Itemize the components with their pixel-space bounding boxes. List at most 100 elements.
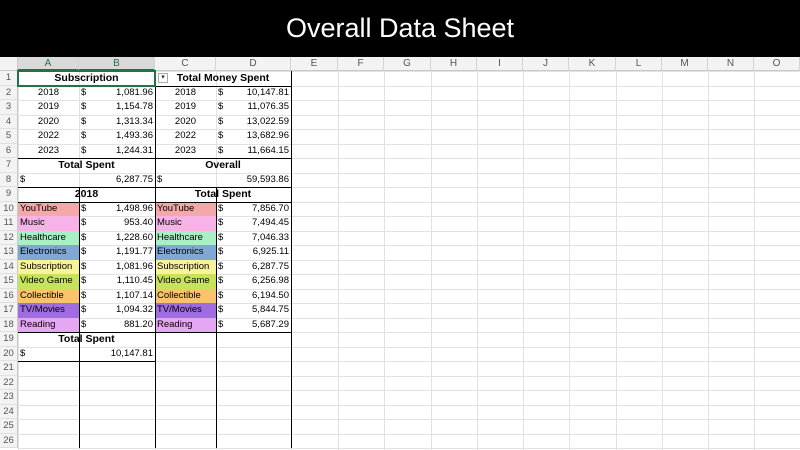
category-name-total[interactable]: Healthcare [155,230,216,245]
category-amount-total[interactable]: 7,494.45 [216,216,291,231]
column-header-a[interactable]: A [18,57,79,71]
money-spent-amount[interactable]: 13,022.59 [216,115,291,130]
subscription-year[interactable]: 2020 [18,115,79,130]
spreadsheet-grid[interactable]: A B C D E F G H I J K L M N O 1 2 3 4 5 6 7 8 9 10 11 12 13 14 15 16 17… [0,57,800,450]
category-amount-total[interactable]: 6,256.98 [216,274,291,289]
column-header-h[interactable]: H [431,57,477,71]
filter-dropdown-icon[interactable]: ▾ [158,73,168,83]
row-header-8[interactable]: 8 [0,172,18,187]
row-header-10[interactable]: 10 [0,201,18,216]
category-amount-total[interactable]: 6,287.75 [216,260,291,275]
overall-currency[interactable]: $ [155,173,216,188]
column-header-d[interactable]: D [216,57,291,71]
subscription-amount[interactable]: 1,313.34 [79,115,155,130]
subscription-amount[interactable]: 1,154.78 [79,100,155,115]
column-header-n[interactable]: N [708,57,754,71]
money-spent-amount[interactable]: 11,664.15 [216,144,291,159]
money-spent-year[interactable]: 2022 [155,129,216,144]
subscription-total-label[interactable]: Total Spent [18,158,155,173]
row-header-20[interactable]: 20 [0,346,18,361]
column-header-m[interactable]: M [662,57,708,71]
category-name-2018[interactable]: Video Game [18,274,79,289]
money-spent-amount[interactable]: 13,682.96 [216,129,291,144]
row-header-2[interactable]: 2 [0,85,18,100]
row-header-7[interactable]: 7 [0,158,18,173]
category-amount-2018[interactable]: 881.20 [79,318,155,333]
categories-2018-header[interactable]: 2018 [18,187,155,202]
money-spent-amount[interactable]: 11,076.35 [216,100,291,115]
category-amount-total[interactable]: 5,844.75 [216,303,291,318]
category-name-2018[interactable]: TV/Movies [18,303,79,318]
category-name-2018[interactable]: Subscription [18,259,79,274]
category-amount-2018[interactable]: 1,094.32 [79,303,155,318]
subscription-year[interactable]: 2023 [18,144,79,159]
row-header-17[interactable]: 17 [0,303,18,318]
categories-2018-total-currency[interactable]: $ [18,347,79,362]
categories-2018-total-label[interactable]: Total Spent [18,332,155,347]
categories-2018-total-amount[interactable]: 10,147.81 [79,347,155,362]
category-amount-total[interactable]: 7,856.70 [216,202,291,217]
money-spent-year[interactable]: 2023 [155,144,216,159]
column-header-f[interactable]: F [338,57,384,71]
category-amount-total[interactable]: 7,046.33 [216,231,291,246]
category-amount-total[interactable]: 5,687.29 [216,318,291,333]
subscription-amount[interactable]: 1,244.31 [79,144,155,159]
row-header-24[interactable]: 24 [0,404,18,419]
row-header-1[interactable]: 1 [0,71,18,86]
category-amount-2018[interactable]: 1,110.45 [79,274,155,289]
category-name-total[interactable]: TV/Movies [155,303,216,318]
category-name-total[interactable]: Electronics [155,245,216,260]
row-header-18[interactable]: 18 [0,317,18,332]
subscription-amount[interactable]: 1,081.96 [79,86,155,101]
category-name-total[interactable]: Subscription [155,259,216,274]
category-name-total[interactable]: YouTube [155,201,216,216]
subscription-year[interactable]: 2022 [18,129,79,144]
row-header-3[interactable]: 3 [0,100,18,115]
category-name-2018[interactable]: Healthcare [18,230,79,245]
category-name-2018[interactable]: Collectible [18,288,79,303]
row-header-9[interactable]: 9 [0,187,18,202]
category-name-2018[interactable]: Electronics [18,245,79,260]
category-name-total[interactable]: Video Game [155,274,216,289]
money-spent-header[interactable]: Total Money Spent [155,71,291,86]
category-amount-2018[interactable]: 1,498.96 [79,202,155,217]
money-spent-year[interactable]: 2019 [155,100,216,115]
column-header-b[interactable]: B [79,57,155,71]
subscription-total-currency[interactable]: $ [18,173,79,188]
category-name-2018[interactable]: Reading [18,317,79,332]
row-header-6[interactable]: 6 [0,143,18,158]
row-header-15[interactable]: 15 [0,274,18,289]
category-amount-total[interactable]: 6,925.11 [216,245,291,260]
overall-amount[interactable]: 59,593.86 [216,173,291,188]
category-name-total[interactable]: Collectible [155,288,216,303]
money-spent-year[interactable]: 2018 [155,86,216,101]
categories-total-header[interactable]: Total Spent [155,187,291,202]
column-header-o[interactable]: O [754,57,800,71]
category-amount-total[interactable]: 6,194.50 [216,289,291,304]
category-amount-2018[interactable]: 1,081.96 [79,260,155,275]
row-header-4[interactable]: 4 [0,114,18,129]
category-amount-2018[interactable]: 953.40 [79,216,155,231]
row-header-11[interactable]: 11 [0,216,18,231]
row-header-19[interactable]: 19 [0,332,18,347]
row-header-21[interactable]: 21 [0,361,18,376]
money-spent-amount[interactable]: 10,147.81 [216,86,291,101]
column-header-l[interactable]: L [616,57,662,71]
category-amount-2018[interactable]: 1,107.14 [79,289,155,304]
row-header-16[interactable]: 16 [0,288,18,303]
row-header-14[interactable]: 14 [0,259,18,274]
row-header-5[interactable]: 5 [0,129,18,144]
subscription-year[interactable]: 2019 [18,100,79,115]
column-header-g[interactable]: G [384,57,431,71]
row-header-22[interactable]: 22 [0,375,18,390]
category-name-total[interactable]: Reading [155,317,216,332]
column-header-k[interactable]: K [569,57,616,71]
select-all-corner[interactable] [0,57,18,71]
category-name-2018[interactable]: Music [18,216,79,231]
column-header-e[interactable]: E [291,57,338,71]
column-header-c[interactable]: C [155,57,216,71]
money-spent-year[interactable]: 2020 [155,115,216,130]
column-header-i[interactable]: I [477,57,523,71]
row-header-12[interactable]: 12 [0,230,18,245]
overall-label[interactable]: Overall [155,158,291,173]
